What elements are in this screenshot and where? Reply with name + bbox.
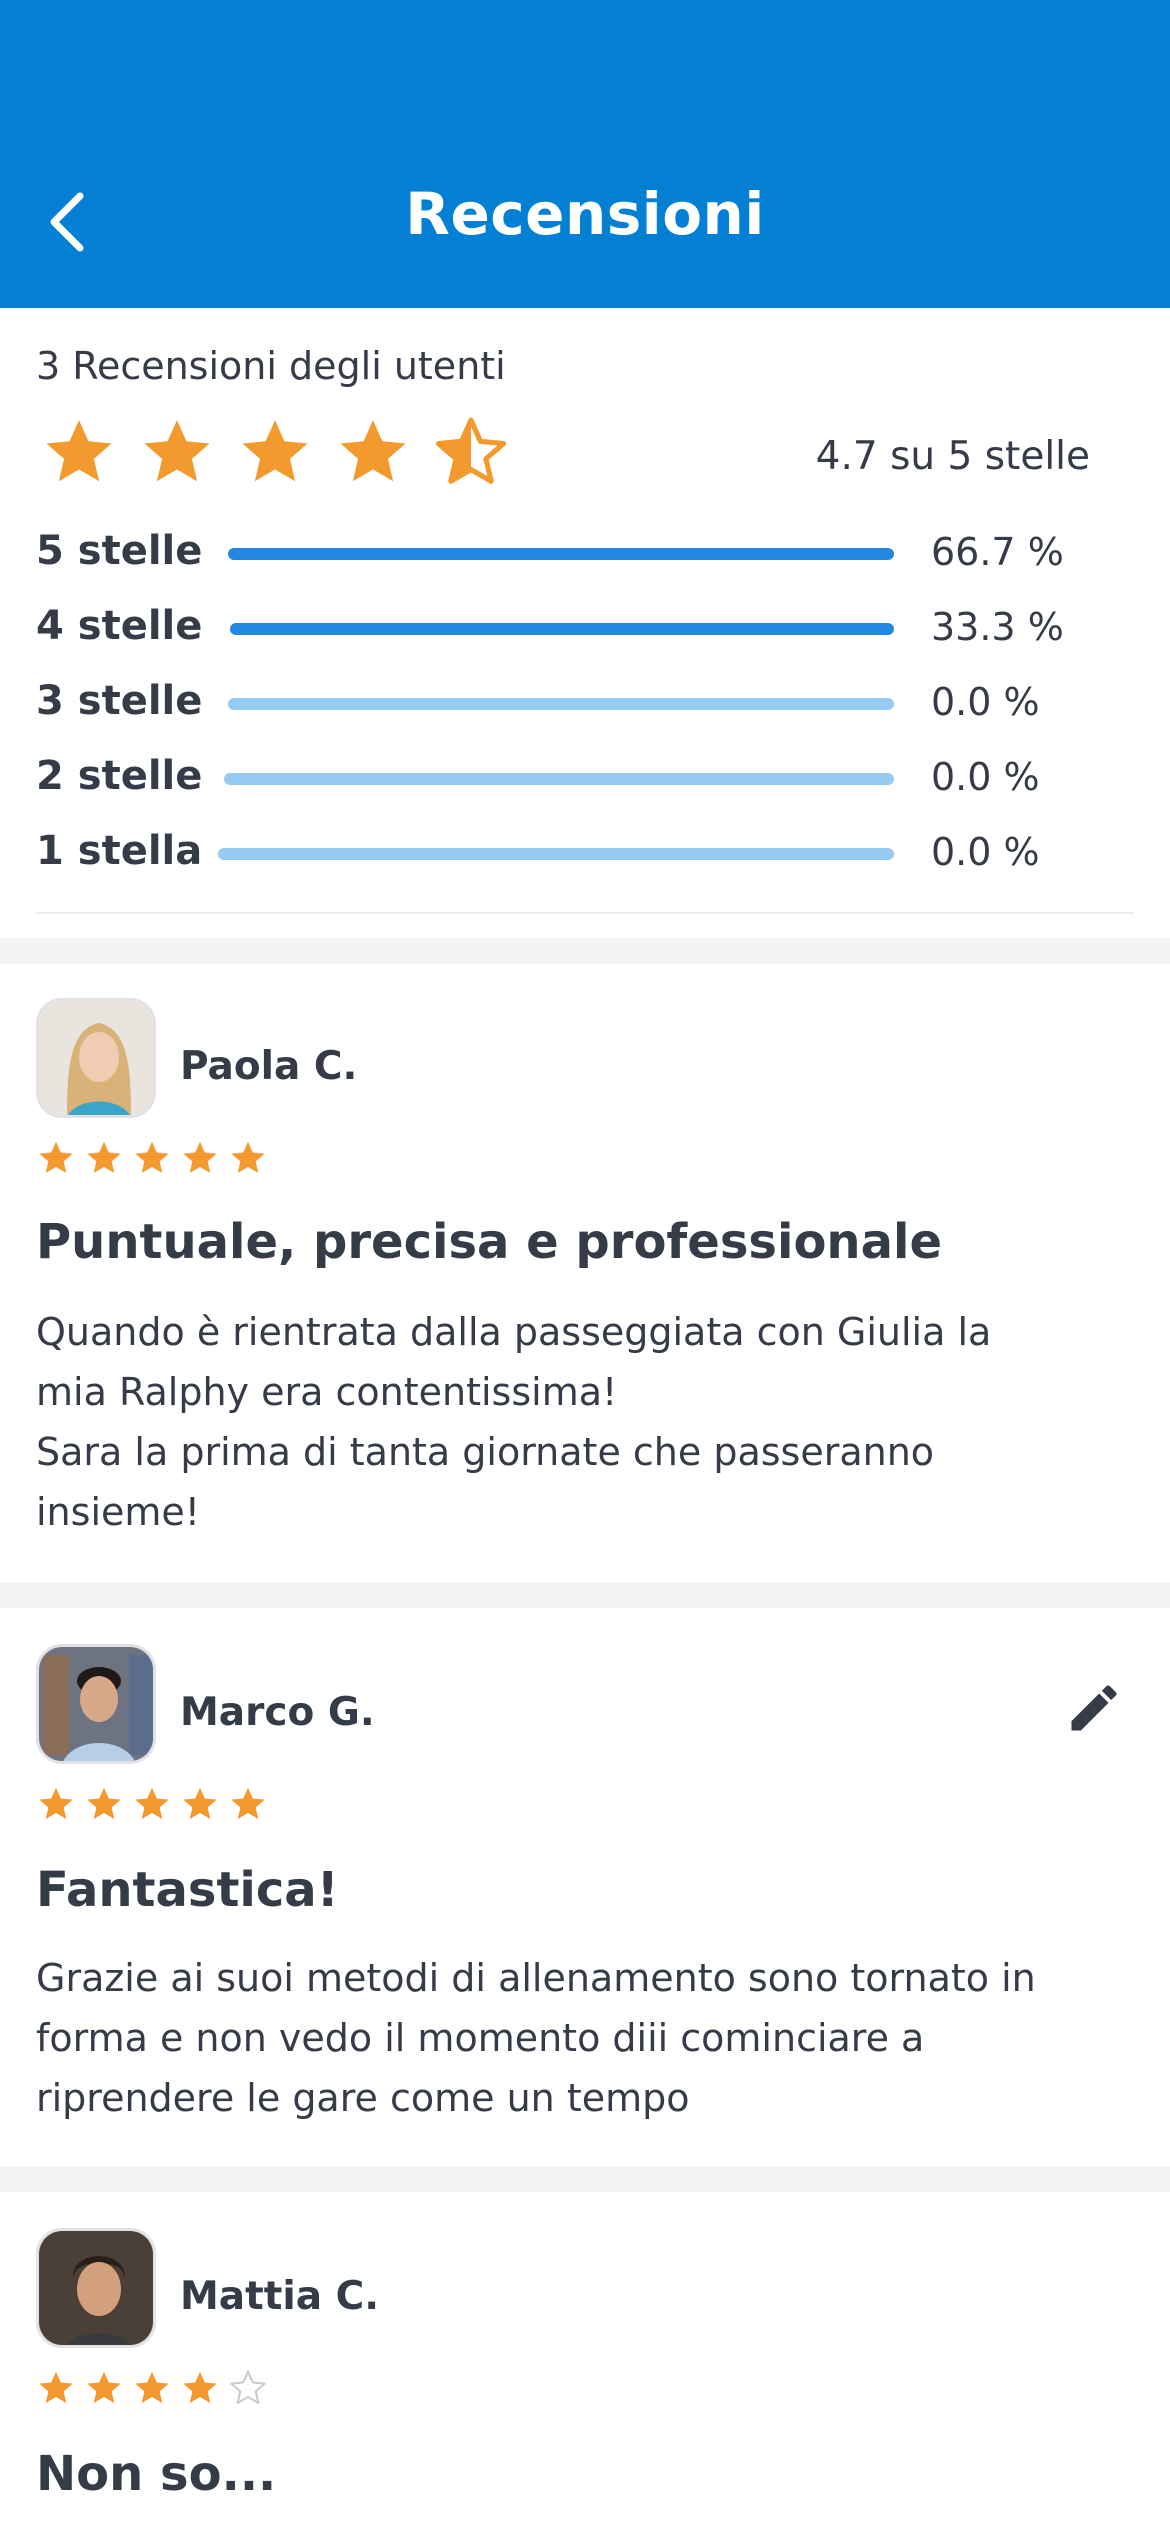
rating-row-2: 2 stelle 0.0 % bbox=[36, 747, 1136, 807]
star-filled-icon bbox=[87, 1787, 121, 1819]
star-filled-icon bbox=[231, 1141, 265, 1173]
review-card: Mattia C. Non so... bbox=[0, 2192, 1170, 2532]
rating-label: 5 stelle bbox=[36, 528, 203, 574]
star-filled-icon bbox=[135, 2371, 169, 2403]
rating-percent: 33.3 % bbox=[931, 605, 1064, 649]
rating-label: 4 stelle bbox=[36, 603, 203, 649]
star-empty-icon bbox=[230, 2370, 266, 2404]
star-filled-icon bbox=[135, 1787, 169, 1819]
star-filled-icon bbox=[340, 420, 406, 482]
review-count: 3 Recensioni degli utenti bbox=[36, 344, 506, 388]
section-separator bbox=[0, 2166, 1170, 2192]
star-filled-icon bbox=[87, 1141, 121, 1173]
star-filled-icon bbox=[144, 420, 210, 482]
rating-summary: 3 Recensioni degli utenti 4.7 su 5 stell… bbox=[0, 308, 1170, 938]
avatar bbox=[36, 998, 156, 1118]
review-card: Paola C. Puntuale, precisa e professiona… bbox=[0, 964, 1170, 1582]
review-card: Marco G. Fantastica! Grazie ai suoi meto… bbox=[0, 1608, 1170, 2166]
rating-label: 2 stelle bbox=[36, 753, 203, 799]
section-separator bbox=[0, 938, 1170, 964]
review-title: Fantastica! bbox=[36, 1862, 339, 1918]
review-title: Puntuale, precisa e professionale bbox=[36, 1214, 942, 1270]
star-filled-icon bbox=[39, 1141, 73, 1173]
reviewer-name: Mattia C. bbox=[180, 2274, 380, 2319]
reviewer-name: Paola C. bbox=[180, 1044, 358, 1089]
star-filled-icon bbox=[46, 420, 112, 482]
star-filled-icon bbox=[242, 420, 308, 482]
rating-row-4: 4 stelle 33.3 % bbox=[36, 597, 1136, 657]
rating-percent: 0.0 % bbox=[931, 755, 1040, 799]
divider bbox=[36, 912, 1134, 914]
pencil-icon bbox=[1064, 1678, 1124, 1742]
star-filled-icon bbox=[231, 1787, 265, 1819]
star-filled-icon bbox=[135, 1141, 169, 1173]
review-stars bbox=[36, 1784, 268, 1824]
review-stars bbox=[36, 2368, 268, 2408]
rating-percent: 0.0 % bbox=[931, 680, 1040, 724]
star-filled-icon bbox=[39, 2371, 73, 2403]
review-stars bbox=[36, 1138, 268, 1178]
section-separator bbox=[0, 1582, 1170, 1608]
reviewer-name: Marco G. bbox=[180, 1690, 375, 1735]
rating-label: 3 stelle bbox=[36, 678, 203, 724]
rating-percent: 66.7 % bbox=[931, 530, 1064, 574]
edit-review-button[interactable] bbox=[1058, 1674, 1130, 1746]
star-filled-icon bbox=[87, 2371, 121, 2403]
rating-label: 1 stella bbox=[36, 828, 203, 874]
rating-bar bbox=[218, 848, 894, 860]
rating-row-5: 5 stelle 66.7 % bbox=[36, 522, 1136, 582]
star-filled-icon bbox=[183, 1787, 217, 1819]
average-rating-text: 4.7 su 5 stelle bbox=[815, 434, 1090, 479]
average-stars bbox=[40, 413, 510, 491]
star-filled-icon bbox=[39, 1787, 73, 1819]
avatar bbox=[36, 2228, 156, 2348]
rating-bar bbox=[228, 548, 894, 560]
star-filled-icon bbox=[183, 1141, 217, 1173]
rating-bar bbox=[230, 623, 894, 635]
rating-percent: 0.0 % bbox=[931, 830, 1040, 874]
page-title: Recensioni bbox=[405, 180, 765, 248]
avatar bbox=[36, 1644, 156, 1764]
star-half-icon bbox=[435, 417, 507, 484]
star-filled-icon bbox=[183, 2371, 217, 2403]
review-body: Grazie ai suoi metodi di allenamento son… bbox=[36, 1956, 1036, 2120]
review-title: Non so... bbox=[36, 2446, 277, 2502]
review-body: Quando è rientrata dalla passeggiata con… bbox=[36, 1310, 992, 1534]
app-header: Recensioni bbox=[0, 0, 1170, 308]
rating-row-3: 3 stelle 0.0 % bbox=[36, 672, 1136, 732]
rating-bar bbox=[228, 698, 894, 710]
rating-bar bbox=[224, 773, 894, 785]
rating-row-1: 1 stella 0.0 % bbox=[36, 822, 1136, 882]
